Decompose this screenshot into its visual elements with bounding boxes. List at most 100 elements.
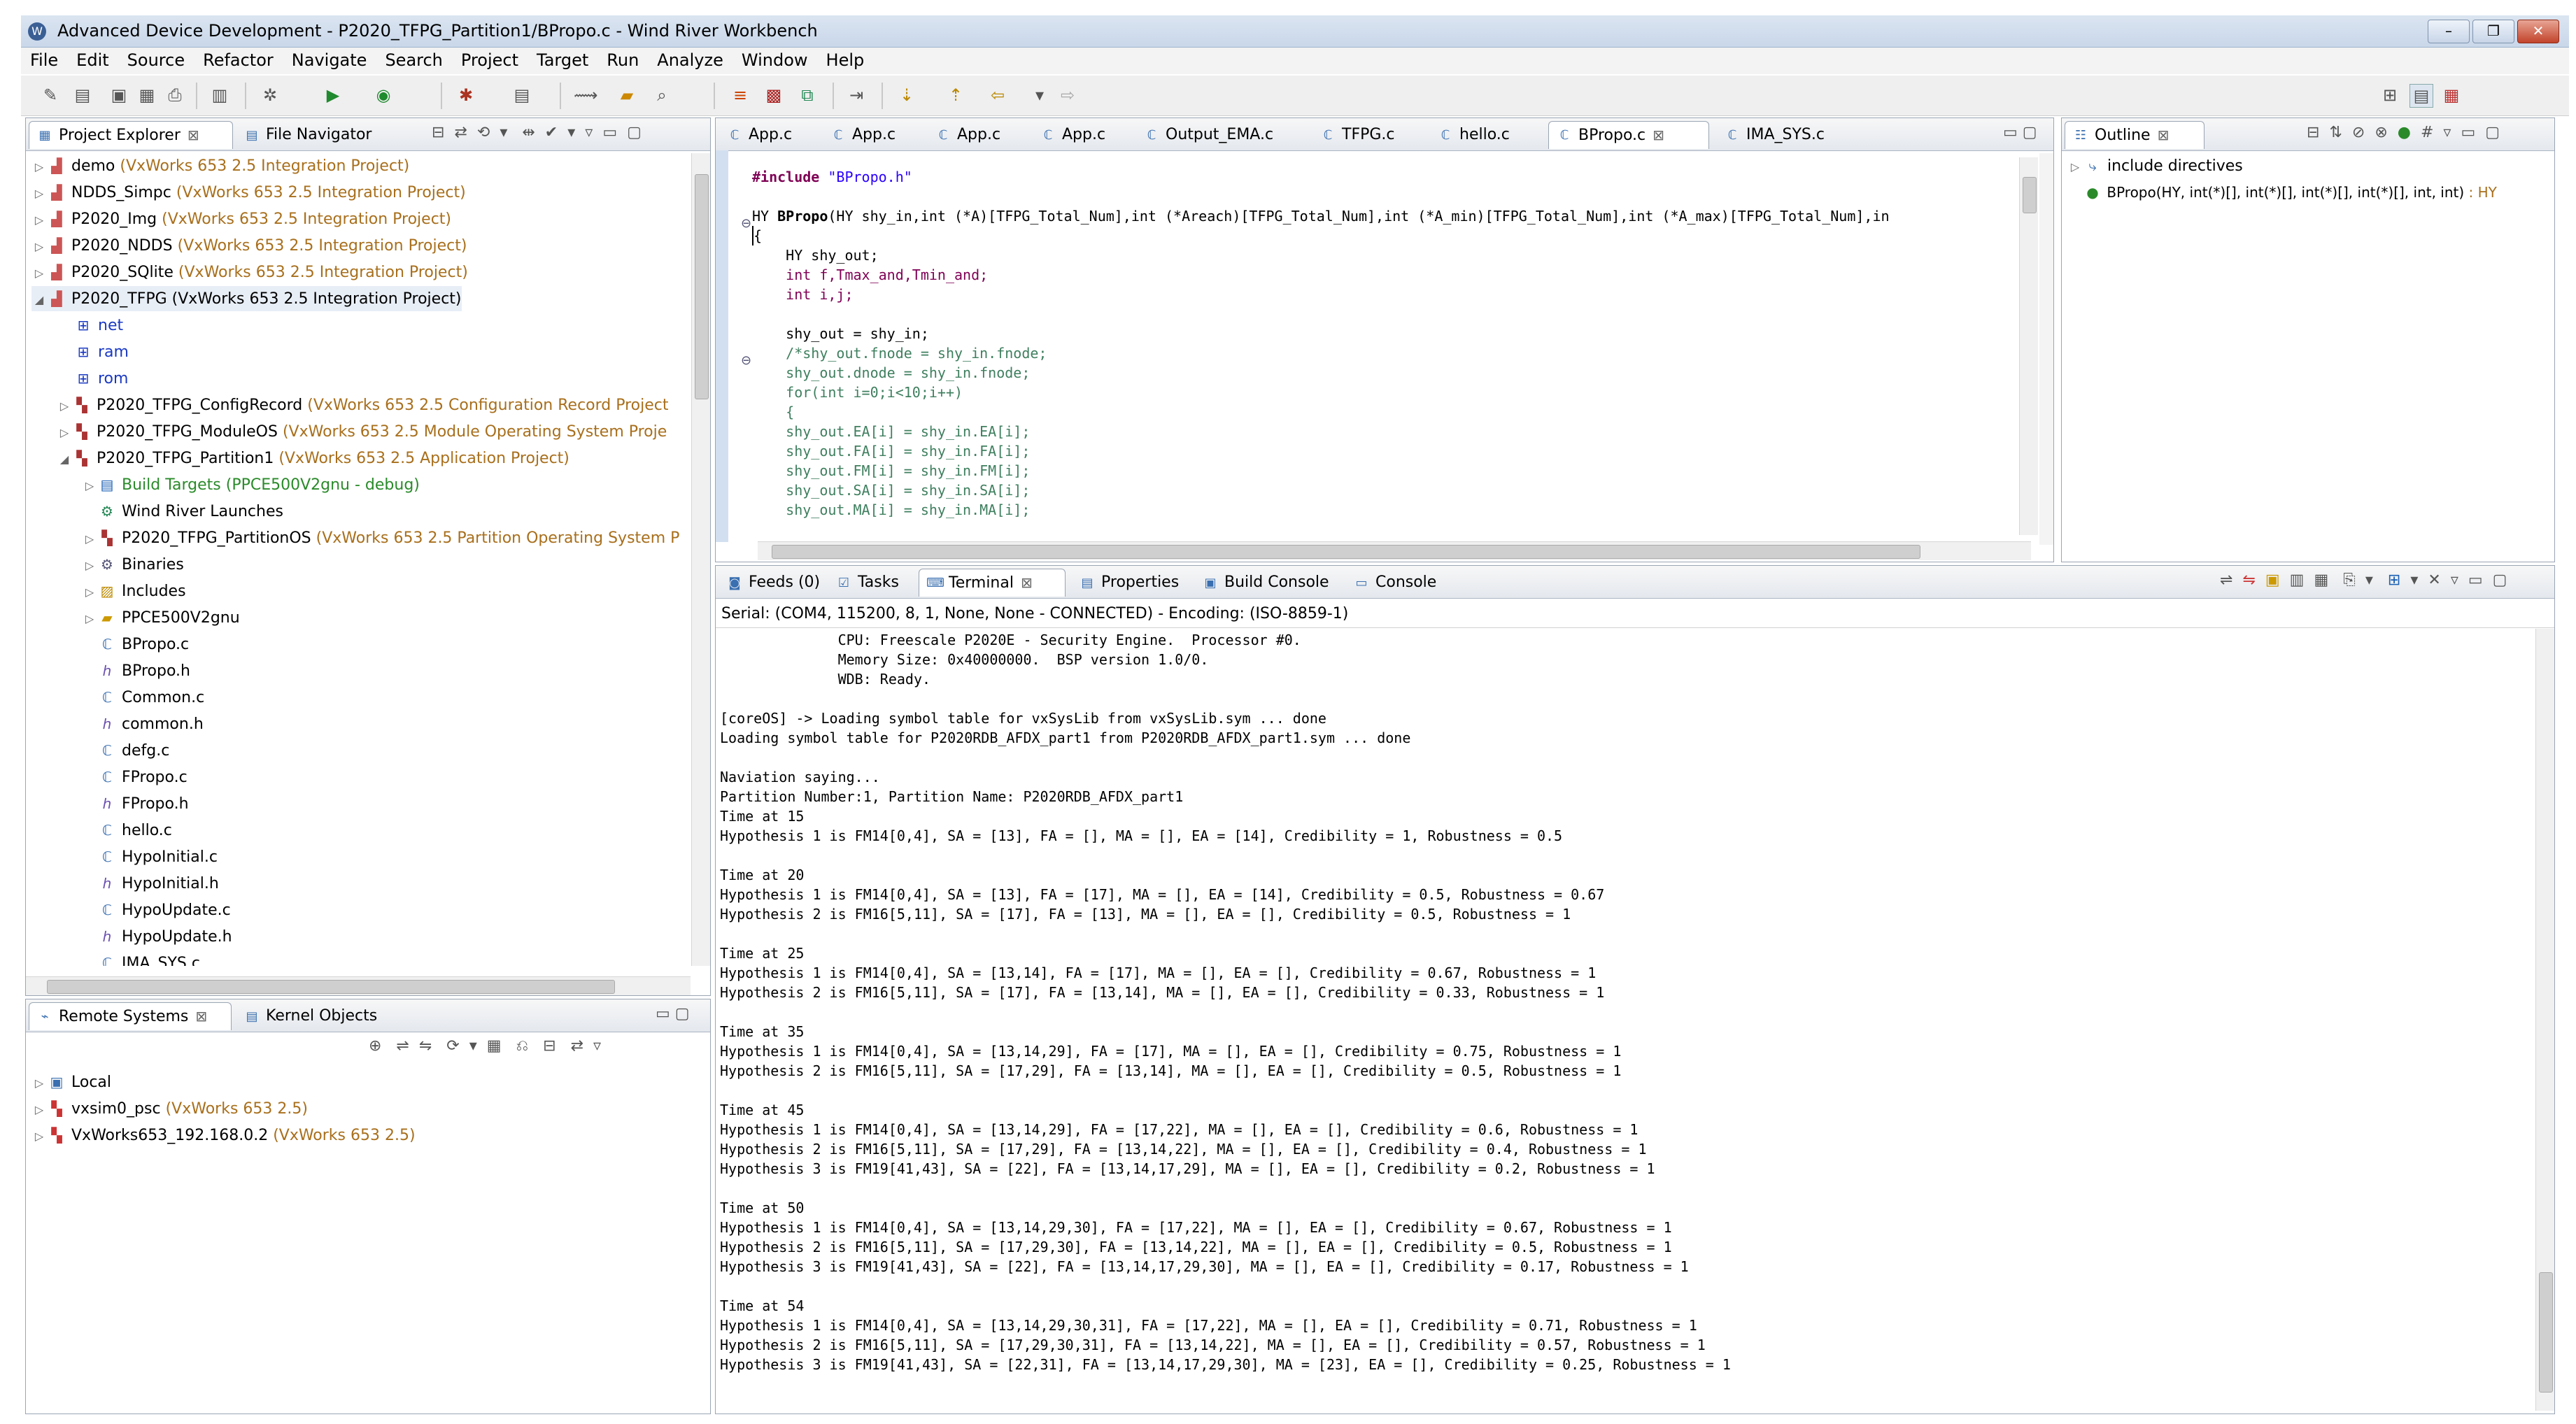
collapse-all-icon[interactable]: ⊟	[543, 1037, 555, 1055]
prev-edit-icon[interactable]: ⇡	[944, 84, 967, 106]
scroll-thumb[interactable]	[2023, 177, 2037, 213]
back-dropdown-icon[interactable]: ▾	[1028, 84, 1051, 106]
tab-properties[interactable]: ▤ Properties	[1071, 569, 1190, 597]
scroll-lock-icon[interactable]: ▥	[2290, 571, 2305, 589]
disconnect-icon[interactable]: ⇋	[419, 1037, 432, 1055]
tree-item-ndds-simpc[interactable]: ▷ ▟ NDDS_Simpc (VxWorks 653 2.5 Integrati…	[31, 180, 466, 205]
tab-outline[interactable]: ☷ Outline ⊠	[2065, 121, 2205, 149]
memory-icon[interactable]: ▤	[511, 84, 533, 106]
editor-tab-hello[interactable]: ℂhello.c	[1429, 121, 1541, 149]
menu-file[interactable]: File	[21, 48, 67, 70]
project-tree-hscroll[interactable]	[26, 976, 691, 995]
close-tab-icon[interactable]: ⊠	[1653, 127, 1664, 143]
tab-file-navigator[interactable]: ▤ File Navigator	[236, 121, 404, 149]
scroll-thumb[interactable]	[47, 980, 615, 994]
save-icon[interactable]: ▣	[108, 84, 130, 106]
dropdown-icon[interactable]: ▾	[469, 1037, 477, 1055]
open-type-icon[interactable]: ⟿	[574, 84, 597, 106]
view-menu-icon[interactable]: ▿	[2443, 124, 2451, 141]
forward-icon[interactable]: ⇨	[1056, 84, 1079, 106]
bug-icon[interactable]: ✱	[455, 84, 477, 106]
sync-icon[interactable]: ⟲	[477, 124, 490, 141]
tree-item-file[interactable]: ℂ BPropo.c	[97, 632, 189, 657]
tree-item-p2020-img[interactable]: ▷ ▟ P2020_Img (VxWorks 653 2.5 Integratio…	[31, 206, 451, 232]
maximize-view-icon[interactable]: ▢	[2493, 571, 2507, 589]
tab-remote-systems[interactable]: ⌁ Remote Systems ⊠	[29, 1002, 232, 1030]
tree-item-module-os[interactable]: ▷ ▚ P2020_TFPG_ModuleOS (VxWorks 653 2.5 …	[57, 419, 667, 444]
terminal-output[interactable]: CPU: Freescale P2020E - Security Engine.…	[720, 630, 2529, 1409]
open-perspective-icon[interactable]: ⊞	[2379, 84, 2401, 106]
editor-tab-app-c[interactable]: ℂ App.c	[822, 121, 920, 149]
close-tab-icon[interactable]: ⊠	[2158, 127, 2170, 143]
tree-item-file[interactable]: ℂ defg.c	[97, 738, 169, 763]
tree-item-launches[interactable]: ⚙ Wind River Launches	[82, 499, 283, 524]
tree-item-file[interactable]: ℂ FPropo.c	[97, 764, 187, 790]
tab-feeds[interactable]: ◙ Feeds (0)	[719, 569, 823, 597]
minimize-view-icon[interactable]: ▭	[2468, 571, 2483, 589]
connect-icon[interactable]: ✔	[545, 124, 558, 141]
toggle-block-icon[interactable]: ▩	[763, 84, 785, 106]
maximize-view-icon[interactable]: ▢	[2485, 124, 2500, 141]
tree-item-ram[interactable]: ⊞ ram	[73, 339, 129, 364]
back-icon[interactable]: ⇦	[986, 84, 1009, 106]
view-menu-icon[interactable]: ▿	[2451, 571, 2458, 589]
build-icon[interactable]: ▥	[208, 84, 231, 106]
tree-item-file[interactable]: ℂ Common.c	[97, 685, 204, 710]
tree-item-file[interactable]: ℎ BPropo.h	[97, 658, 190, 683]
tab-tasks[interactable]: ☑ Tasks	[828, 569, 914, 597]
tree-item-binaries[interactable]: ▷ ⚙ Binaries	[82, 552, 184, 577]
tab-project-explorer[interactable]: ▦ Project Explorer ⊠	[29, 121, 233, 149]
clear-icon[interactable]: ▦	[2314, 571, 2328, 589]
remote-item-vxworks653[interactable]: ▷ ▚ VxWorks653_192.168.0.2 (VxWorks 653 2…	[31, 1123, 416, 1148]
external-tools-icon[interactable]: ◉	[372, 84, 395, 106]
tree-item-partition-os[interactable]: ▷ ▚ P2020_TFPG_PartitionOS (VxWorks 653 2…	[82, 525, 680, 550]
scroll-thumb[interactable]	[695, 174, 709, 399]
tab-console[interactable]: ▭ Console	[1345, 569, 1457, 597]
menu-window[interactable]: Window	[733, 48, 817, 70]
link-editor-icon[interactable]: ⇄	[454, 124, 467, 141]
tree-item-file[interactable]: ℂ hello.c	[97, 818, 172, 843]
tree-item-p2020-tfpg[interactable]: ◢ ▟ P2020_TFPG (VxWorks 653 2.5 Integrati…	[31, 286, 462, 311]
minimize-view-icon[interactable]: ▭	[656, 1005, 670, 1023]
fold-icon[interactable]: ⊖	[741, 353, 752, 368]
editor-tab-app-c[interactable]: ℂ App.c	[719, 121, 816, 149]
minimize-view-icon[interactable]: ▭	[602, 124, 617, 141]
save-all-icon[interactable]: ▦	[136, 84, 158, 106]
close-tab-icon[interactable]: ⊠	[195, 1008, 207, 1025]
menu-navigate[interactable]: Navigate	[283, 48, 376, 70]
sort-icon[interactable]: ⇅	[2329, 124, 2342, 141]
toggle-mark-icon[interactable]: ≡	[729, 84, 751, 106]
menu-source[interactable]: Source	[118, 48, 194, 70]
dropdown-icon[interactable]: ▾	[2410, 571, 2418, 589]
toggle-whitespace-icon[interactable]: ⧉	[796, 84, 819, 106]
hide-nonpublic-icon[interactable]: ●	[2398, 124, 2411, 141]
tree-item-file[interactable]: ℂ HypoUpdate.c	[97, 897, 231, 923]
tab-terminal[interactable]: ⌨ Terminal ⊠	[919, 569, 1066, 597]
filter-icon[interactable]: ⇹	[522, 124, 535, 141]
close-button[interactable]: ✕	[2517, 20, 2559, 43]
view-menu-icon[interactable]: ▾	[500, 124, 507, 141]
perspective-debug-icon[interactable]: ▦	[2440, 84, 2463, 106]
editor-vscroll[interactable]	[2019, 157, 2038, 535]
remove-terminal-icon[interactable]: ✕	[2428, 571, 2440, 589]
menu-icon[interactable]: ▿	[585, 124, 593, 141]
outline-item-includes[interactable]: ▷ ⤷ include directives	[2067, 153, 2243, 178]
settings-icon[interactable]: ▣	[2265, 571, 2280, 589]
new-project-icon[interactable]: ✎	[39, 84, 62, 106]
tab-kernel-objects[interactable]: ▤ Kernel Objects	[236, 1002, 418, 1030]
reset-icon[interactable]: ⎌	[516, 1037, 529, 1055]
search-icon[interactable]: ⌕	[651, 84, 673, 106]
menu-refactor[interactable]: Refactor	[194, 48, 283, 70]
code-editor[interactable]: #include "BPropo.h" HY BPropo(HY shy_in,…	[752, 167, 2011, 541]
next-annotation-icon[interactable]: ⇥	[845, 84, 868, 106]
dropdown-icon[interactable]: ▾	[2365, 571, 2373, 589]
minimize-view-icon[interactable]: ▭	[2461, 124, 2475, 141]
view-menu-icon[interactable]: ▿	[593, 1037, 601, 1055]
minimize-button[interactable]: –	[2428, 20, 2470, 43]
connect-icon[interactable]: ⇌	[2220, 571, 2232, 589]
collapse-all-icon[interactable]: ⊟	[2307, 124, 2319, 141]
menu-edit[interactable]: Edit	[67, 48, 118, 70]
open-terminal-icon[interactable]: ⊞	[2388, 571, 2400, 589]
tree-item-file[interactable]: ℂ HypoInitial.c	[97, 844, 218, 869]
menu-target[interactable]: Target	[528, 48, 597, 70]
